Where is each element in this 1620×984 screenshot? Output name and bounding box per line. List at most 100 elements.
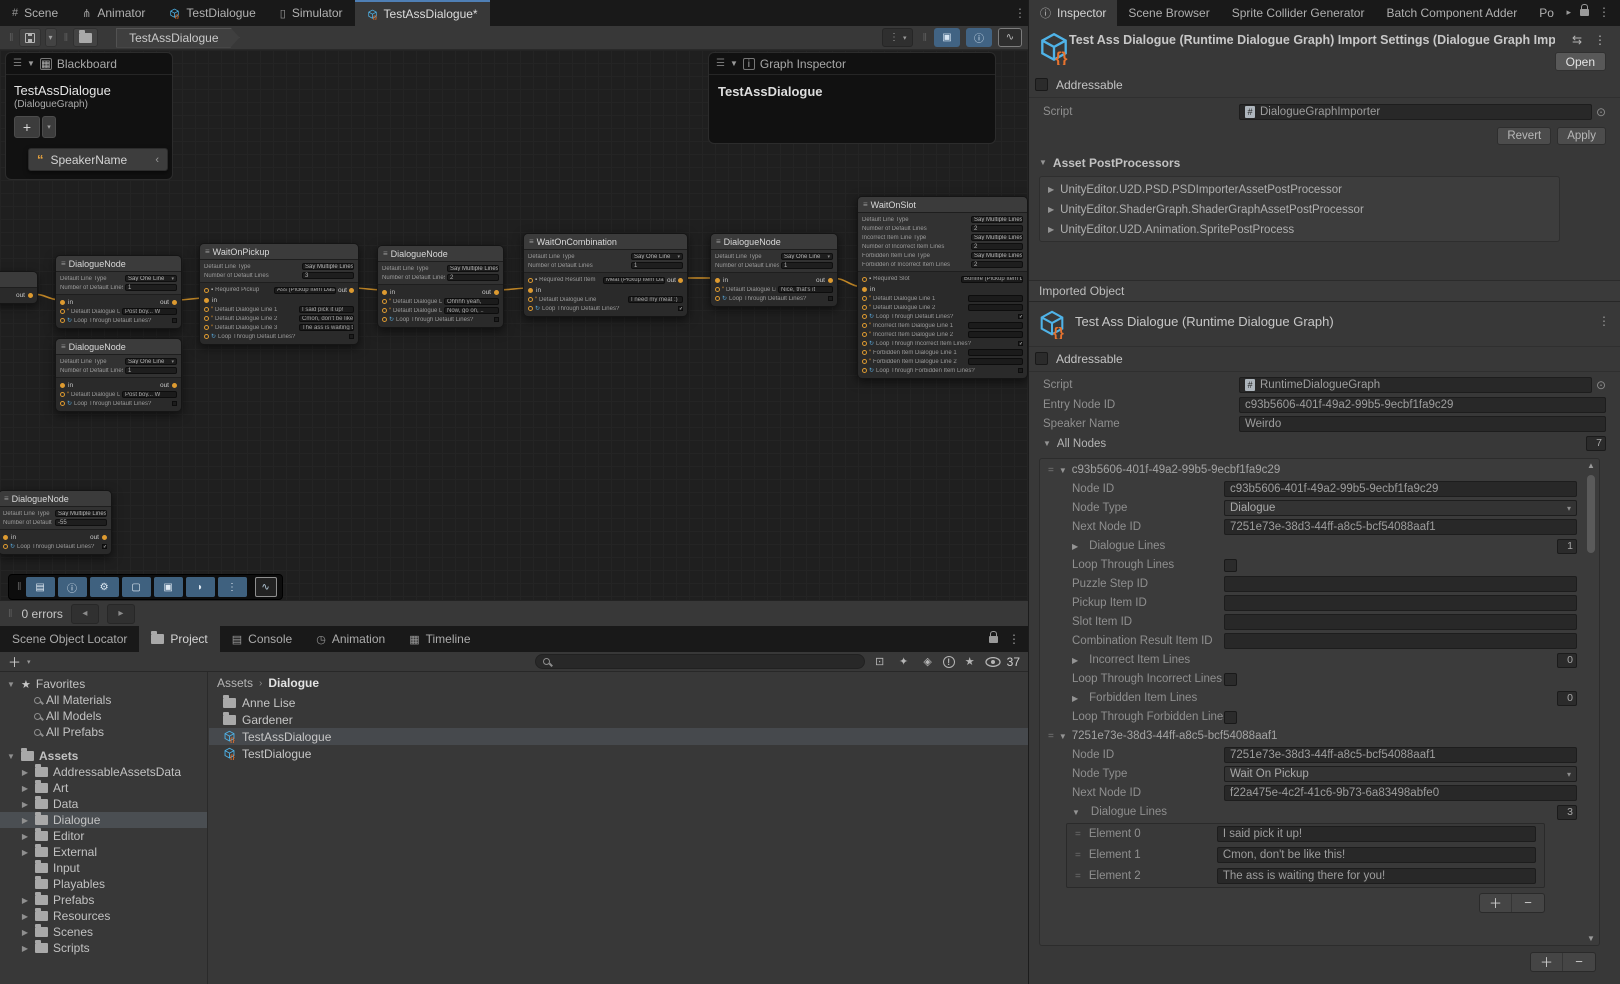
enum-dropdown[interactable]: Say One Line▾ <box>631 253 683 260</box>
enum-dropdown[interactable]: Say Multiple Lines▾ <box>971 252 1023 259</box>
alert-icon[interactable]: ! <box>943 656 955 668</box>
array-size-field[interactable]: 7 <box>1586 436 1606 451</box>
int-field[interactable]: 1 <box>125 367 177 374</box>
node-collapse-icon[interactable]: ≡ <box>863 200 868 209</box>
input-port[interactable]: in <box>60 382 73 389</box>
object-kebab-icon[interactable]: ⋮ <box>1598 314 1610 328</box>
field-value[interactable] <box>1224 595 1577 611</box>
node-title-bar[interactable]: ≡DialogueNode <box>0 491 111 507</box>
field-port-icon[interactable] <box>862 368 867 373</box>
field-port-icon[interactable] <box>204 325 209 330</box>
checkbox[interactable] <box>828 296 833 301</box>
output-port[interactable]: out <box>16 292 33 299</box>
foldout-closed-icon[interactable]: ▶ <box>20 848 30 857</box>
checkbox[interactable]: ✓ <box>678 306 683 311</box>
object-picker-icon[interactable]: ⊙ <box>1596 105 1606 119</box>
input-port[interactable]: in <box>60 299 73 306</box>
node-title-bar[interactable]: ≡WaitOnPickup <box>200 244 358 260</box>
label-icon[interactable]: ◈ <box>919 655 937 668</box>
field-port-icon[interactable] <box>60 392 65 397</box>
bottom-tab-console[interactable]: ▤Console <box>220 626 304 652</box>
output-port[interactable]: out <box>160 299 177 306</box>
foldout-label[interactable]: ▶Dialogue Lines <box>1048 540 1224 552</box>
toggle-icon[interactable]: ◗ <box>186 577 215 597</box>
checkbox[interactable] <box>1018 368 1023 373</box>
enum-dropdown[interactable]: Say Multiple Lines▾ <box>971 216 1023 223</box>
field-value[interactable] <box>1224 633 1577 649</box>
tools-icon[interactable]: ⚙ <box>90 577 119 597</box>
assets-root-folder[interactable]: ▼Assets <box>0 748 207 764</box>
blackboard-drag-handle-icon[interactable]: ☰ <box>13 58 22 69</box>
visibility-eye-icon[interactable] <box>985 657 1001 667</box>
text-field[interactable]: Now, go on, .. <box>444 307 499 314</box>
field-port-icon[interactable] <box>715 296 720 301</box>
field-port-icon[interactable] <box>862 305 867 310</box>
output-port[interactable]: out <box>816 277 833 284</box>
enum-dropdown[interactable]: Say One Line▾ <box>781 253 833 260</box>
graph-node-waitonslot-7[interactable]: ≡WaitOnSlotDefault Line TypeSay Multiple… <box>857 196 1028 379</box>
field-port-icon[interactable] <box>862 296 867 301</box>
tree-folder-scenes[interactable]: ▶Scenes <box>0 924 207 940</box>
error-bar-handle[interactable]: ‖ <box>5 608 14 620</box>
output-port[interactable]: out <box>160 382 177 389</box>
field-value[interactable]: Weirdo <box>1239 416 1606 432</box>
foldout-label[interactable]: ▼Dialogue Lines <box>1048 806 1224 818</box>
tree-folder-dialogue[interactable]: ▶Dialogue <box>0 812 207 828</box>
blackboard-collapse-icon[interactable]: ▼ <box>27 59 35 68</box>
field-port-icon[interactable] <box>862 341 867 346</box>
drag-handle-icon[interactable]: = <box>1048 731 1054 742</box>
checkbox[interactable] <box>1224 673 1237 686</box>
console-icon[interactable]: ▤ <box>26 577 55 597</box>
blackboard-property-speakername[interactable]: “ SpeakerName ‹ <box>28 148 168 171</box>
output-port[interactable]: out <box>90 534 107 541</box>
checkbox[interactable]: ✓ <box>102 544 107 549</box>
text-field[interactable]: Ohhhh yeah, <box>444 298 499 305</box>
out-port-icon[interactable] <box>349 288 354 293</box>
activity-toggle-icon[interactable]: ∿ <box>255 577 277 597</box>
text-field[interactable]: I said pick it up! <box>299 306 354 313</box>
inspector-tab-batch-component-adder[interactable]: Batch Component Adder <box>1375 0 1528 26</box>
node-collapse-icon[interactable]: ≡ <box>383 249 388 258</box>
field-value[interactable]: c93b5606-401f-49a2-99b5-9ecbf1fa9c29 <box>1239 397 1606 413</box>
drag-handle-icon[interactable]: = <box>1075 850 1081 861</box>
output-port[interactable]: out <box>482 289 499 296</box>
project-search-input[interactable] <box>535 654 865 669</box>
foldout-closed-icon[interactable]: ▶ <box>20 928 30 937</box>
foldout-closed-icon[interactable]: ▶ <box>20 784 30 793</box>
addressable-checkbox[interactable] <box>1035 78 1048 91</box>
main-tab-simulator[interactable]: ▯Simulator <box>268 0 355 26</box>
field-port-icon[interactable] <box>60 309 65 314</box>
field-port-icon[interactable] <box>204 307 209 312</box>
revert-button[interactable]: Revert <box>1497 127 1551 145</box>
field-value[interactable]: 7251e73e-38d3-44ff-a8c5-bcf54088aaf1 <box>1224 747 1577 763</box>
field-port-icon[interactable] <box>862 323 867 328</box>
checkbox[interactable]: ✓ <box>1018 341 1023 346</box>
field-port-icon[interactable] <box>862 314 867 319</box>
array-size-field[interactable]: 1 <box>1557 539 1577 554</box>
int-field[interactable]: 2 <box>971 225 1023 232</box>
remove-element-button[interactable]: − <box>1512 894 1544 912</box>
favorite-item-all-models[interactable]: All Models <box>0 708 207 724</box>
field-port-icon[interactable] <box>528 306 533 311</box>
in-port-icon[interactable] <box>382 290 387 295</box>
file-row-testdialogue[interactable]: {}TestDialogue <box>209 745 1028 762</box>
graph-node-waitonpickup-3[interactable]: ≡WaitOnPickupDefault Line TypeSay Multip… <box>199 243 359 345</box>
checkbox[interactable] <box>172 401 177 406</box>
enum-dropdown[interactable]: Say Multiple Lines▾ <box>971 234 1023 241</box>
graph-node-dialoguenode-2[interactable]: ≡DialogueNodeDefault Line TypeSay One Li… <box>55 338 182 412</box>
tree-folder-art[interactable]: ▶Art <box>0 780 207 796</box>
foldout-closed-icon[interactable]: ▶ <box>20 800 30 809</box>
tab-overflow-kebab-icon[interactable]: ⋮ <box>1012 0 1028 26</box>
graph-node-dialoguenode-6[interactable]: ≡DialogueNodeDefault Line TypeSay One Li… <box>710 233 838 307</box>
in-port-icon[interactable] <box>3 535 8 540</box>
open-button[interactable]: Open <box>1555 52 1606 71</box>
graph-node-dialoguenode-4[interactable]: ≡DialogueNodeDefault Line TypeSay Multip… <box>377 245 504 328</box>
panels-icon[interactable]: ▣ <box>154 577 183 597</box>
field-port-icon[interactable] <box>3 544 8 549</box>
text-field[interactable] <box>968 304 1023 311</box>
array-size-field[interactable]: 0 <box>1557 691 1577 706</box>
node-title-bar[interactable]: ≡DialogueNode <box>56 256 181 272</box>
file-row-gardener[interactable]: Gardener <box>209 711 1028 728</box>
breadcrumb-assets[interactable]: Assets <box>217 676 253 690</box>
postprocessors-foldout[interactable]: ▼ Asset PostProcessors <box>1029 150 1620 176</box>
